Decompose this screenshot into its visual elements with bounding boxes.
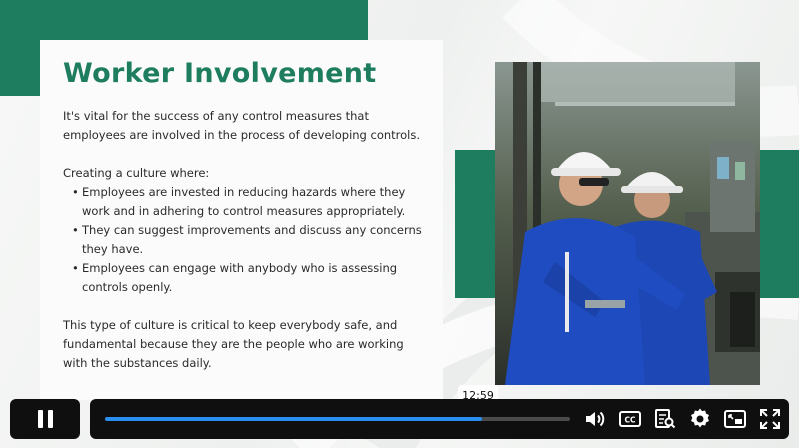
progress-fill: [105, 417, 482, 421]
svg-text:CC: CC: [624, 416, 636, 425]
workers-photo: [495, 62, 760, 385]
settings-icon[interactable]: [688, 407, 712, 431]
list-item: They can suggest improvements and discus…: [63, 221, 423, 259]
fullscreen-icon[interactable]: [758, 407, 782, 431]
slide: Worker Involvement It's vital for the su…: [0, 0, 799, 448]
culture-heading: Creating a culture where:: [63, 166, 210, 180]
list-item: Employees are invested in reducing hazar…: [63, 183, 423, 221]
closing-paragraph: This type of culture is critical to keep…: [63, 318, 404, 370]
progress-track[interactable]: [105, 417, 570, 421]
player-control-bar: CC: [90, 399, 789, 439]
captions-icon[interactable]: CC: [618, 407, 642, 431]
transcript-icon[interactable]: [653, 407, 677, 431]
intro-paragraph: It's vital for the success of any contro…: [63, 109, 421, 142]
slide-title: Worker Involvement: [63, 58, 377, 89]
pause-button[interactable]: [10, 399, 80, 439]
list-item: Employees can engage with anybody who is…: [63, 259, 423, 297]
picture-in-picture-icon[interactable]: [723, 407, 747, 431]
slide-body: It's vital for the success of any contro…: [63, 107, 423, 373]
culture-list: Employees are invested in reducing hazar…: [63, 183, 423, 297]
volume-icon[interactable]: [583, 407, 607, 431]
